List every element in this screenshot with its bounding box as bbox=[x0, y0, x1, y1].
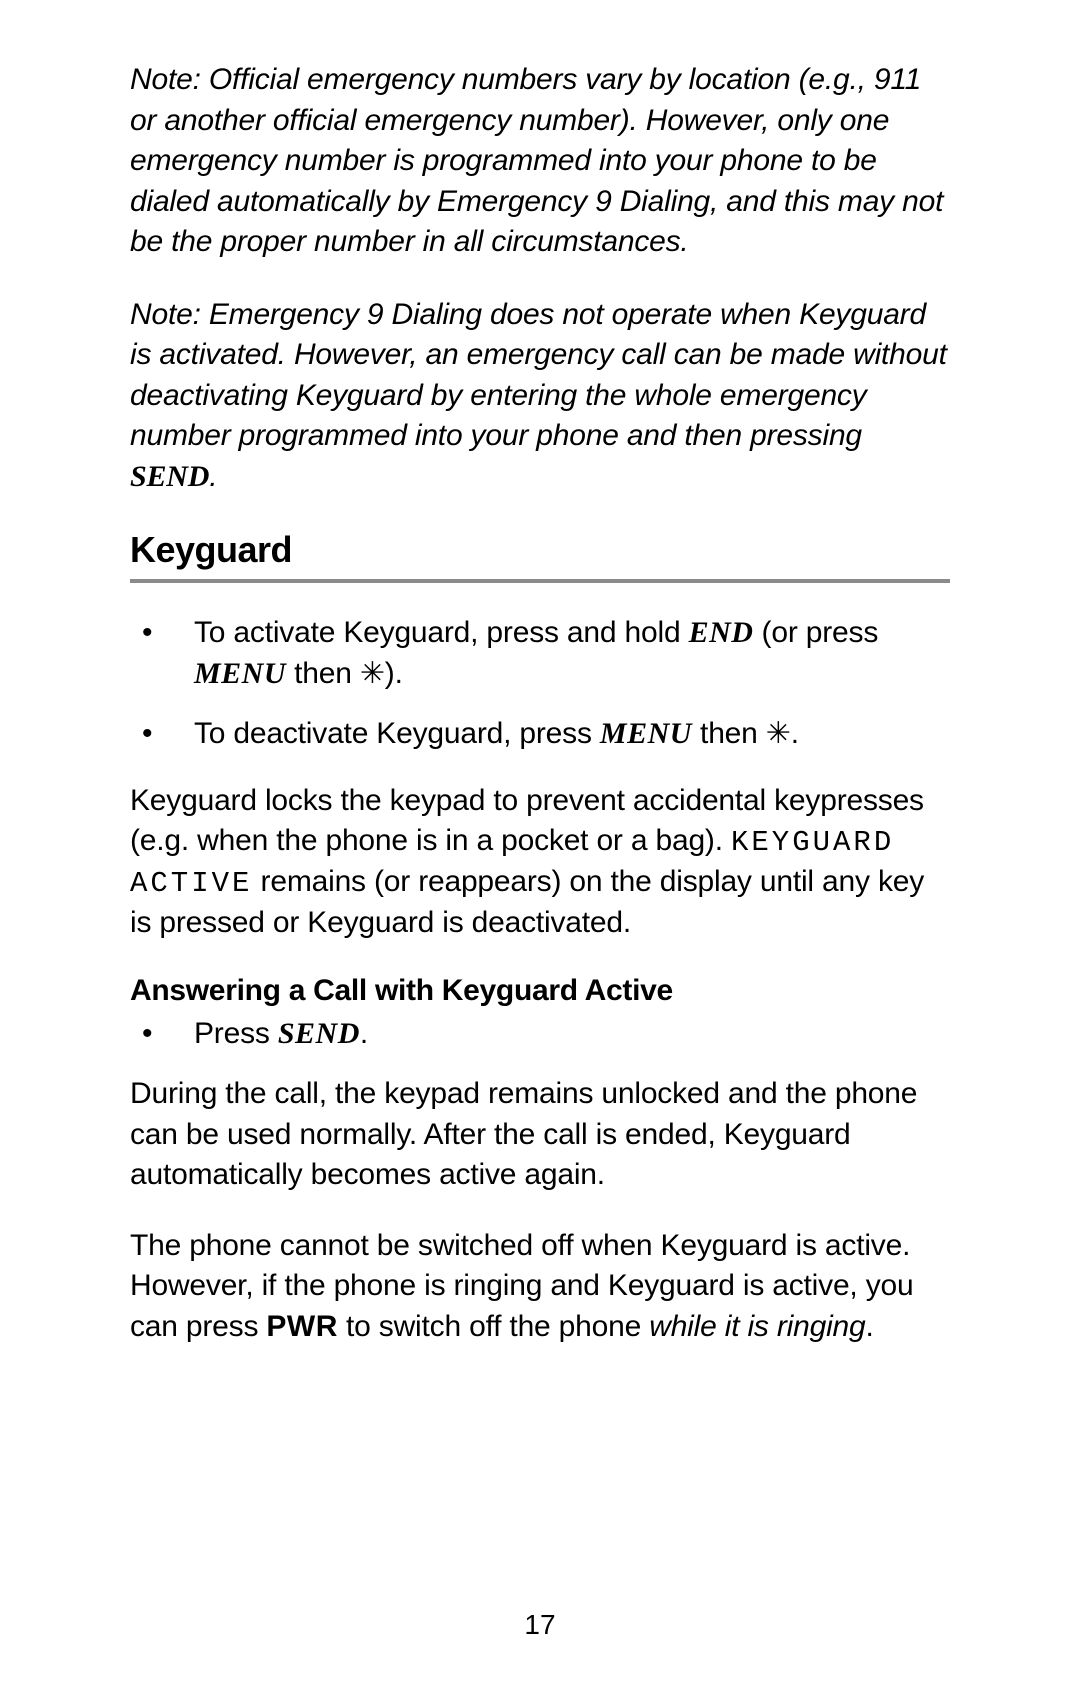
key-menu-2: MENU bbox=[600, 717, 692, 750]
list-item-press-send: Press SEND. bbox=[130, 1014, 950, 1055]
switch-off-para: The phone cannot be switched off when Ke… bbox=[130, 1226, 950, 1348]
list-item-deactivate: To deactivate Keyguard, press MENU then … bbox=[130, 714, 950, 755]
activate-post: then ✳). bbox=[286, 657, 403, 690]
answer-call-list: Press SEND. bbox=[130, 1014, 950, 1055]
switchoff-ital: while it is ringing bbox=[649, 1310, 865, 1343]
note-emergency-dialing-keyguard: Note: Emergency 9 Dialing does not opera… bbox=[130, 295, 950, 498]
subheading-answering-call: Answering a Call with Keyguard Active bbox=[130, 974, 950, 1008]
press-send-post: . bbox=[360, 1017, 368, 1050]
switchoff-mid: to switch off the phone bbox=[338, 1310, 649, 1343]
activate-mid: (or press bbox=[753, 616, 878, 649]
key-end: END bbox=[689, 616, 754, 649]
page-number: 17 bbox=[0, 1609, 1080, 1641]
key-pwr: PWR bbox=[266, 1310, 338, 1343]
deactivate-pre: To deactivate Keyguard, press bbox=[194, 717, 600, 750]
heading-keyguard: Keyguard bbox=[130, 529, 950, 571]
note2-pre: Note: Emergency 9 Dialing does not opera… bbox=[130, 298, 947, 453]
switchoff-post: . bbox=[866, 1310, 874, 1343]
keyguard-description: Keyguard locks the keypad to prevent acc… bbox=[130, 781, 950, 944]
note2-post: . bbox=[209, 460, 217, 493]
press-send-pre: Press bbox=[194, 1017, 278, 1050]
key-send: SEND bbox=[130, 460, 209, 493]
list-item-activate: To activate Keyguard, press and hold END… bbox=[130, 613, 950, 694]
section-rule bbox=[130, 579, 950, 583]
key-menu-1: MENU bbox=[194, 657, 286, 690]
during-call-para: During the call, the keypad remains unlo… bbox=[130, 1074, 950, 1196]
key-send-2: SEND bbox=[278, 1017, 360, 1050]
activate-pre: To activate Keyguard, press and hold bbox=[194, 616, 689, 649]
keyguard-instructions-list: To activate Keyguard, press and hold END… bbox=[130, 613, 950, 755]
deactivate-post: then ✳. bbox=[692, 717, 799, 750]
note-emergency-numbers: Note: Official emergency numbers vary by… bbox=[130, 60, 950, 263]
